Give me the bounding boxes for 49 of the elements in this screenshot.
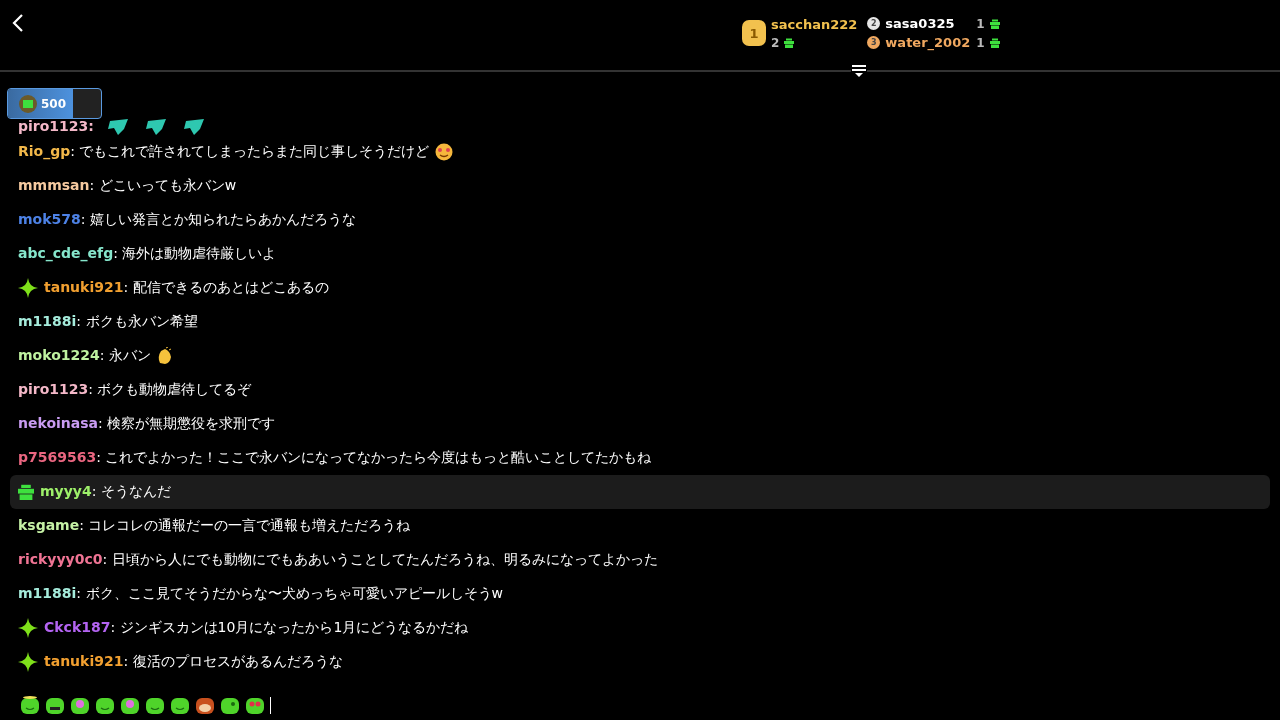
clapping-hands-icon	[156, 347, 173, 365]
chat-message: mok578: 嬉しい発言とか知られたらあかんだろうな	[18, 211, 356, 229]
rank-badge: 1	[742, 20, 766, 46]
chat-message: moko1224: 永バン	[18, 347, 151, 365]
chat-message: ksgame: コレコレの通報だーの一言で通報も増えただろうね	[18, 517, 411, 535]
chat-message: abc_cde_efg: 海外は動物虐待厳しいよ	[18, 245, 277, 263]
gift-icon	[18, 484, 34, 500]
chat-message: piro1123:	[18, 119, 94, 135]
smiling-face-icon	[435, 143, 454, 161]
emote-icon[interactable]	[120, 695, 140, 715]
emote-icon[interactable]	[245, 695, 265, 715]
sparkle-icon	[18, 652, 38, 672]
emote-icon[interactable]	[70, 695, 90, 715]
gift-count: 2	[771, 35, 780, 50]
chat-message: Rio_gp: でもこれで許されてしまったらまた同じ事しそうだけど	[18, 143, 430, 161]
chat-message: m1188i: ボク、ここ見てそうだからな〜犬めっちゃ可愛いアピールしそうw	[18, 585, 503, 603]
leaderboard-name: sacchan222	[771, 16, 858, 32]
emote-icon[interactable]	[45, 695, 65, 715]
emote-icon[interactable]	[95, 695, 115, 715]
gift-count: 1	[976, 16, 985, 31]
gift-icon	[989, 18, 1000, 29]
back-button[interactable]	[10, 12, 26, 34]
rank-badge: 3	[867, 36, 881, 49]
sparkle-icon	[18, 618, 38, 638]
chat-message: piro1123: ボクも動物虐待してるぞ	[18, 381, 252, 399]
emote-icon[interactable]	[170, 695, 190, 715]
chat-message: myyy4: そうなんだ	[40, 483, 171, 501]
chat-message: mmmsan: どこいっても永バンw	[18, 177, 237, 195]
chat-message: tanuki921: 配信できるのあとはどこあるの	[44, 279, 329, 297]
coin-icon	[18, 93, 38, 114]
chat-message: tanuki921: 復活のプロセスがあるんだろうな	[44, 653, 343, 671]
text-cursor	[270, 696, 271, 714]
sparkle-icon	[18, 278, 38, 298]
leaderboard-name: water_2002	[885, 35, 972, 50]
gift-icon	[784, 37, 795, 48]
leaderboard-name: sasa0325	[885, 16, 956, 31]
points-value: 500	[41, 96, 67, 111]
emote-icon[interactable]	[220, 695, 240, 715]
emote-icon[interactable]	[145, 695, 165, 715]
chat-message: m1188i: ボクも永バン希望	[18, 313, 198, 331]
chat-message: p7569563: これでよかった！ここで永バンになってなかったら今度はもっと酷いことしてたかもね	[18, 449, 652, 467]
emote-icon[interactable]	[20, 695, 40, 715]
gift-count: 1	[976, 35, 985, 50]
emote-icon[interactable]	[195, 695, 215, 715]
chat-message: rickyyy0c0: 日頃から人にでも動物にでもああいうことしてたんだろうね、明るみになってよかった	[18, 551, 658, 569]
gift-icon	[989, 37, 1000, 48]
chat-message: Ckck187: ジンギスカンは10月になったから1月にどうなるかだね	[44, 619, 469, 637]
chat-message: nekoinasa: 検察が無期懲役を求刑です	[18, 415, 276, 433]
rank-badge: 2	[867, 17, 881, 30]
